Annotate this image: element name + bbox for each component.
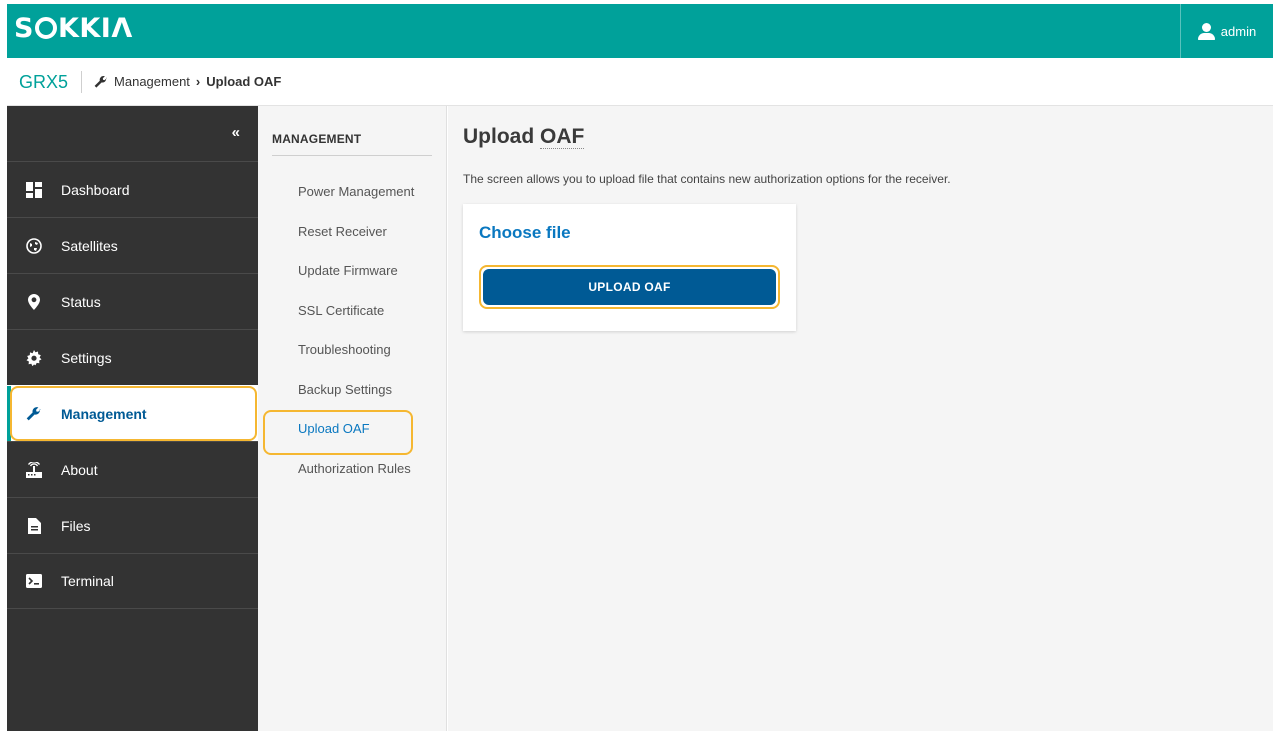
- active-highlight: [263, 410, 413, 455]
- collapse-sidebar-button[interactable]: «: [232, 124, 240, 141]
- sidebar-item-label: Settings: [61, 349, 112, 366]
- breadcrumb-separator: ›: [195, 74, 201, 89]
- sidebar-item-about[interactable]: About: [7, 441, 258, 497]
- submenu-item-ssl-certificate[interactable]: SSL Certificate: [298, 291, 414, 331]
- page-title: Upload OAF: [463, 125, 585, 149]
- logo-suffix: KKIΛ: [57, 13, 133, 44]
- submenu-title: MANAGEMENT: [272, 132, 432, 156]
- sidebar-nav: Dashboard Satellites Status Settings Man…: [7, 161, 258, 609]
- sidebar-item-management[interactable]: Management: [7, 385, 258, 441]
- globe-icon: [26, 237, 42, 254]
- sidebar-item-files[interactable]: Files: [7, 497, 258, 553]
- upload-oaf-button[interactable]: UPLOAD OAF: [479, 265, 780, 309]
- submenu-item-backup-settings[interactable]: Backup Settings: [298, 370, 414, 410]
- location-pin-icon: [26, 293, 42, 310]
- active-highlight: [10, 386, 257, 441]
- submenu-item-troubleshooting[interactable]: Troubleshooting: [298, 330, 414, 370]
- sidebar-item-settings[interactable]: Settings: [7, 329, 258, 385]
- sidebar-item-terminal[interactable]: Terminal: [7, 553, 258, 609]
- top-bar: S KKIΛ admin: [7, 4, 1273, 58]
- sidebar-item-satellites[interactable]: Satellites: [7, 217, 258, 273]
- app-frame: S KKIΛ admin GRX5 Management › Upload OAF…: [7, 4, 1273, 731]
- upload-card: Choose file UPLOAD OAF: [463, 204, 796, 331]
- receiver-icon: [26, 461, 42, 478]
- page-title-dotted: OAF: [540, 125, 585, 149]
- main-content: Upload OAF The screen allows you to uplo…: [448, 106, 1273, 731]
- submenu-list: Power Management Reset Receiver Update F…: [263, 172, 414, 488]
- breadcrumb-current: Upload OAF: [206, 74, 282, 89]
- sokkia-logo[interactable]: S KKIΛ: [14, 13, 133, 44]
- sidebar-item-label: About: [61, 461, 98, 478]
- sidebar-item-label: Terminal: [61, 573, 114, 589]
- management-submenu: MANAGEMENT Power Management Reset Receiv…: [258, 106, 447, 731]
- breadcrumb: Management › Upload OAF: [94, 74, 281, 89]
- sidebar-item-label: Status: [61, 293, 101, 310]
- breadcrumb-bar: GRX5 Management › Upload OAF: [7, 58, 1273, 106]
- wrench-icon: [94, 75, 107, 88]
- logo-prefix: S: [14, 13, 34, 44]
- submenu-item-upload-oaf[interactable]: Upload OAF: [263, 409, 414, 455]
- gear-icon: [26, 349, 42, 366]
- sidebar: « Dashboard Satellites Status Settings M…: [7, 106, 258, 731]
- upload-oaf-button-label: UPLOAD OAF: [483, 269, 776, 305]
- device-model: GRX5: [19, 70, 83, 93]
- page-title-plain: Upload: [463, 125, 540, 148]
- user-name: admin: [1220, 23, 1257, 39]
- logo-o-ring: [34, 17, 57, 39]
- sidebar-item-label: Dashboard: [61, 181, 130, 198]
- sidebar-item-label: Files: [61, 517, 91, 534]
- file-icon: [26, 517, 42, 534]
- choose-file-link[interactable]: Choose file: [479, 223, 571, 243]
- dashboard-icon: [26, 181, 42, 198]
- page-description: The screen allows you to upload file tha…: [463, 172, 951, 186]
- terminal-icon: [26, 573, 42, 589]
- breadcrumb-parent-link[interactable]: Management: [114, 74, 190, 89]
- user-menu[interactable]: admin: [1180, 4, 1273, 58]
- user-icon: [1197, 22, 1215, 40]
- sidebar-item-dashboard[interactable]: Dashboard: [7, 161, 258, 217]
- submenu-item-reset-receiver[interactable]: Reset Receiver: [298, 212, 414, 252]
- submenu-item-power-management[interactable]: Power Management: [298, 172, 414, 212]
- submenu-item-update-firmware[interactable]: Update Firmware: [298, 251, 414, 291]
- sidebar-item-status[interactable]: Status: [7, 273, 258, 329]
- sidebar-item-label: Satellites: [61, 237, 118, 254]
